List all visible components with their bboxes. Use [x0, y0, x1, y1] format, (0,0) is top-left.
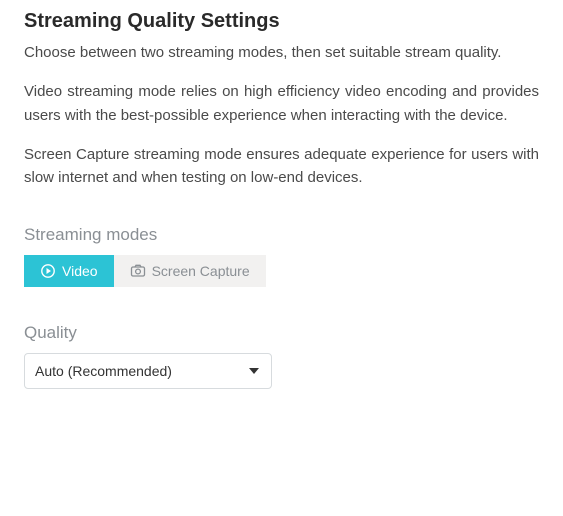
- streaming-modes-tabs: Video Screen Capture: [24, 255, 539, 287]
- tab-screen-capture[interactable]: Screen Capture: [114, 255, 266, 287]
- play-circle-icon: [40, 263, 56, 279]
- page-title: Streaming Quality Settings: [24, 10, 539, 33]
- video-mode-paragraph: Video streaming mode relies on high effi…: [24, 80, 539, 127]
- streaming-modes-label: Streaming modes: [24, 225, 539, 245]
- camera-icon: [130, 263, 146, 279]
- tab-video-label: Video: [62, 263, 98, 279]
- quality-label: Quality: [24, 323, 539, 343]
- screen-capture-paragraph: Screen Capture streaming mode ensures ad…: [24, 143, 539, 190]
- intro-paragraph: Choose between two streaming modes, then…: [24, 41, 539, 64]
- quality-select[interactable]: Auto (Recommended): [24, 353, 272, 389]
- tab-video[interactable]: Video: [24, 255, 114, 287]
- tab-screen-capture-label: Screen Capture: [152, 263, 250, 279]
